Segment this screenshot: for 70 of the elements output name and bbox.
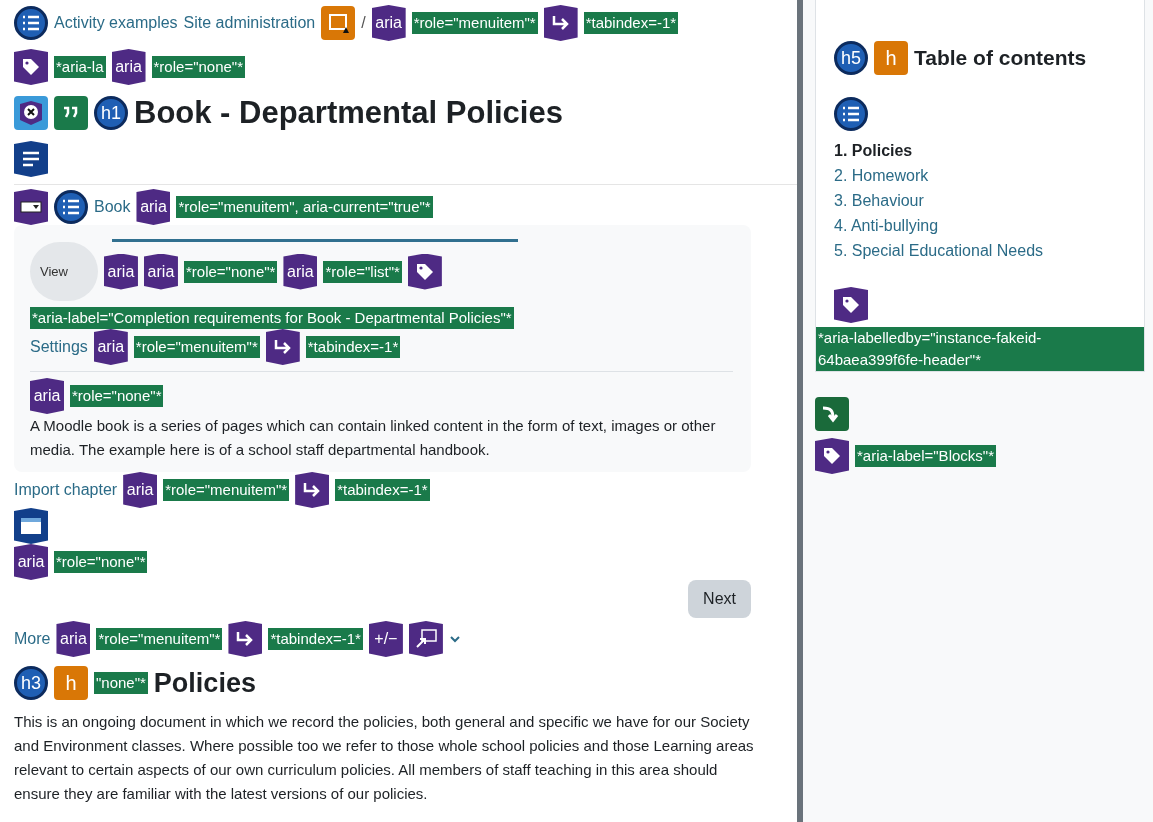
aria-icon: aria (143, 253, 178, 290)
popup-icon (408, 621, 443, 657)
aria-icon: aria (111, 49, 146, 85)
toc-item[interactable]: 2. Homework (834, 163, 1144, 188)
aria-attribute-label: *role="list"* (323, 260, 402, 283)
nav-link[interactable]: Book (94, 198, 131, 216)
toc-item[interactable]: 3. Behaviour (834, 188, 1144, 213)
aria-attribute-label: *tabindex=-1* (335, 479, 430, 501)
heading-level-icon: h1 (94, 96, 128, 130)
aria-attribute-label: *role="menuitem"* (133, 336, 260, 358)
layout-icon (14, 141, 48, 177)
heading-level-icon: h3 (14, 666, 48, 700)
separator: / (361, 14, 366, 32)
tag-icon (407, 253, 442, 290)
tag-icon (815, 438, 849, 474)
chapter-text: This is an ongoing document in which we record the policies, both general and specific we have for our Society and Environment classes. Where possible too we refer to those whole school policies and those Learning areas relevant to certain aspects of our own curriculum policies. All members of staff teaching in this area should ensure they are familiar with the latest versions of our policies. (14, 712, 755, 804)
image-alert-icon (321, 6, 356, 40)
aria-attribute-label: *role="none"* (183, 260, 278, 283)
aria-attribute-label: *aria-labelledby="instance-fakeid-64baea399f6fe-header"* (816, 327, 1144, 371)
aria-attribute-label: *role="none"* (70, 385, 164, 407)
error-icon (14, 96, 48, 130)
aria-icon: aria (93, 329, 128, 365)
aria-attribute-label: *tabindex=-1* (583, 12, 679, 34)
aria-icon: aria (371, 5, 406, 41)
list-icon (834, 97, 868, 131)
aria-icon: aria (30, 378, 64, 414)
aria-icon: aria (283, 253, 318, 290)
aria-attribute-label: *role="menuitem", aria-current="true"* (176, 196, 433, 218)
aria-attribute-label: *role="none"* (54, 551, 148, 573)
aria-icon: aria (123, 472, 158, 508)
block-title: Table of contents (914, 46, 1087, 70)
aria-attribute-label: *tabindex=-1* (305, 336, 401, 358)
aria-attribute-label: *aria-label="Completion requirements for Book - Departmental Policies"* (30, 307, 514, 329)
quote-icon (54, 96, 88, 130)
view-tab[interactable]: View (30, 242, 98, 301)
aria-icon: aria (56, 621, 91, 657)
aria-attribute-label: *role="none"* (151, 56, 245, 78)
aria-attribute-label: *tabindex=-1* (268, 628, 363, 650)
empty-heading-alert-icon: h (54, 666, 88, 700)
aria-icon: aria (14, 544, 48, 580)
next-button[interactable]: Next (688, 580, 751, 618)
intro-text: A Moodle book is a series of pages which can contain linked content in the form of text, images or other media. The example here is of a school staff departmental handbook. (30, 416, 717, 460)
aria-icon: aria (103, 253, 138, 290)
nav-link[interactable]: Import chapter (14, 481, 118, 499)
aria-attribute-label: *role="menuitem"* (411, 12, 538, 34)
heading-level-icon: h5 (834, 41, 868, 75)
skip-link-icon (815, 397, 849, 431)
aria-attribute-label: *aria-la (54, 56, 106, 78)
aria-attribute-label: "none"* (94, 672, 148, 694)
toc-item[interactable]: 1. Policies (834, 138, 1144, 163)
aria-attribute-label: *role="menuitem"* (163, 479, 290, 501)
aria-attribute-label: *aria-label="Blocks"* (855, 445, 996, 467)
tag-icon (834, 287, 868, 323)
list-icon (14, 6, 48, 40)
empty-heading-alert-icon: h (874, 41, 908, 75)
chapter-title: Policies (153, 667, 256, 699)
toc-item[interactable]: 4. Anti-bullying (834, 213, 1144, 238)
nav-link[interactable]: Site administration (183, 14, 316, 32)
aria-attribute-label: *role="menuitem"* (96, 628, 223, 650)
nav-link[interactable]: Settings (30, 338, 88, 356)
window-icon (14, 508, 48, 544)
aria-icon: aria (136, 189, 171, 225)
nav-link[interactable]: Activity examples (54, 14, 178, 32)
chevron-down-icon[interactable] (448, 635, 461, 643)
list-icon (54, 190, 88, 224)
expanded-state-icon: +/− (368, 621, 403, 657)
toc-item[interactable]: 5. Special Educational Needs (834, 238, 1144, 263)
nav-link[interactable]: More (14, 630, 51, 648)
tag-icon (14, 49, 48, 85)
page-title: Book - Departmental Policies (134, 95, 563, 131)
